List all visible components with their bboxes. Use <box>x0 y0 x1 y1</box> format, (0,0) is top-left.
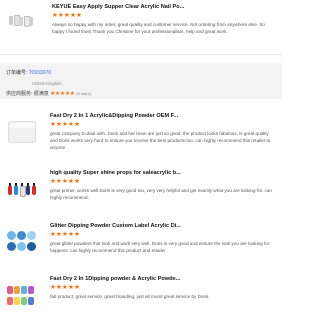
rating-stars: ★★★★★ <box>50 178 81 185</box>
order-number-link[interactable]: 70933070 <box>29 70 51 76</box>
divider <box>0 54 282 55</box>
review-text: great primer, works well.Doris is very g… <box>50 188 272 201</box>
rating-stars: ★★★★★ <box>52 12 83 19</box>
supplier-rating-text: 很满意 <box>33 91 49 97</box>
review-item: Fast Dry 2 In 1 Acrylic&Dipping Powder O… <box>0 113 282 161</box>
rating-stars: ★★★★★ <box>50 121 81 128</box>
supplier-service-line: 供应商服务: 很满意 ★★★★★ (5 stars) <box>6 90 276 97</box>
review-text: great company to deal with, Doris and he… <box>50 131 271 151</box>
review-item: Fast Dry 2 In 1Dipping powder & Acrylic … <box>0 276 282 312</box>
supplier-service-label: 供应商服务: <box>6 91 33 97</box>
review-content: Fast Dry 2 In 1Dipping powder & Acrylic … <box>50 276 276 312</box>
review-item-top: KEYUE Easy Apply Supper Clear Acrylic Na… <box>0 0 282 46</box>
product-thumbnail[interactable] <box>6 227 38 255</box>
product-thumbnail[interactable] <box>6 176 38 204</box>
rating-stars: ★★★★★ <box>50 231 81 238</box>
review-text: fab product, great service, great brandi… <box>50 294 210 300</box>
order-number-line: 订单编号: 70933070 <box>6 69 276 76</box>
order-number-label: 订单编号: <box>6 70 28 76</box>
order-info-bar: 订单编号: 70933070 United Kingdom 供应商服务: 很满意… <box>0 63 282 99</box>
product-title[interactable]: KEYUE Easy Apply Supper Clear Acrylic Na… <box>52 4 276 10</box>
supplier-rating-stars: ★★★★★ <box>50 91 75 97</box>
review-content: Glitter Dipping Powder Custom Label Acry… <box>50 223 276 267</box>
product-title[interactable]: Fast Dry 2 In 1 Acrylic&Dipping Powder O… <box>50 113 276 119</box>
product-title[interactable]: high quality Super shine props for salea… <box>50 170 276 176</box>
product-thumbnail[interactable] <box>6 282 38 310</box>
review-item: Glitter Dipping Powder Custom Label Acry… <box>0 223 282 267</box>
review-content: Fast Dry 2 In 1 Acrylic&Dipping Powder O… <box>50 113 276 161</box>
product-thumbnail[interactable] <box>6 119 38 145</box>
product-title[interactable]: Glitter Dipping Powder Custom Label Acry… <box>50 223 276 229</box>
review-text: great glitter powders that look and work… <box>50 241 270 254</box>
buyer-country: United Kingdom <box>32 81 62 86</box>
supplier-stars-count: (5 stars) <box>76 91 91 96</box>
review-content: KEYUE Easy Apply Supper Clear Acrylic Na… <box>52 4 276 46</box>
product-thumbnail[interactable] <box>6 4 40 32</box>
product-title[interactable]: Fast Dry 2 In 1Dipping powder & Acrylic … <box>50 276 276 282</box>
review-content: high quality Super shine props for salea… <box>50 170 276 214</box>
rating-stars: ★★★★★ <box>50 284 81 291</box>
review-text: Always so happy with my order, great qua… <box>52 22 265 35</box>
review-item: high quality Super shine props for salea… <box>0 170 282 214</box>
